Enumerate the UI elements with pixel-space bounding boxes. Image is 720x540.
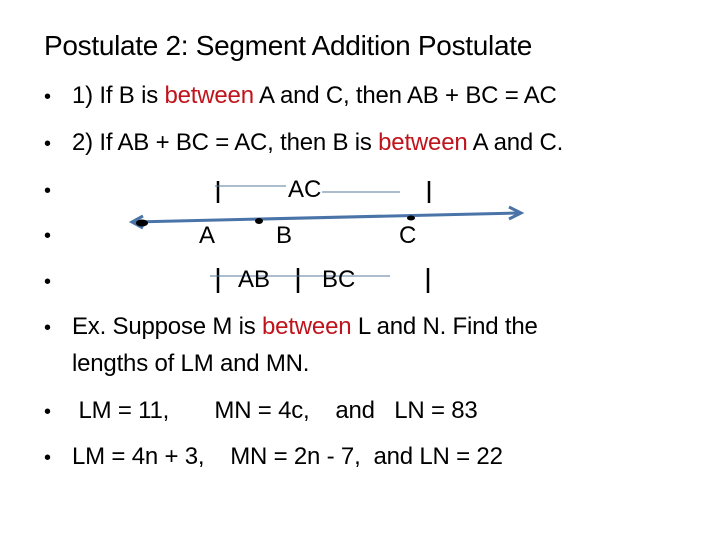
highlight-between: between xyxy=(262,313,352,340)
slide-title: Postulate 2: Segment Addition Postulate xyxy=(44,30,532,61)
bullet-icon xyxy=(44,86,58,109)
example-statement: Ex. Suppose M is between L and N. Find t… xyxy=(72,313,538,341)
bullet-icon xyxy=(44,133,58,156)
bullet-icon xyxy=(44,447,58,470)
label-point-a: A xyxy=(199,222,216,249)
postulate-statement-1: 1) If B is between A and C, then AB + BC… xyxy=(72,82,557,110)
bullet-icon xyxy=(44,401,58,424)
text-run: A and C, then AB + BC = AC xyxy=(253,82,557,109)
text-run: 2) If AB + BC = AC, then B is xyxy=(72,129,379,156)
bullet-icon xyxy=(44,271,58,294)
text-run: 1) If B is xyxy=(72,82,165,109)
text-run: Ex. Suppose M is xyxy=(72,313,263,340)
label-bc: BC xyxy=(322,266,356,293)
highlight-between: between xyxy=(378,129,468,156)
point-a xyxy=(136,219,148,227)
label-point-b: B xyxy=(276,222,293,249)
text-run: A and C. xyxy=(467,129,564,156)
bullet-icon xyxy=(44,317,58,340)
label-ab: AB xyxy=(238,266,271,293)
example-statement-continuation: lengths of LM and MN. xyxy=(72,350,310,377)
label-point-c: C xyxy=(399,222,417,249)
point-b xyxy=(255,218,263,224)
text-run: L and N. Find the xyxy=(351,313,538,340)
label-ac: AC xyxy=(288,176,322,203)
highlight-between: between xyxy=(164,82,255,109)
point-c xyxy=(407,215,415,221)
arrow-left-icon xyxy=(128,214,144,230)
bullet-icon xyxy=(44,225,58,248)
problem-2: LM = 4n + 3, MN = 2n - 7, and LN = 22 xyxy=(72,443,503,470)
problem-1: LM = 11, MN = 4c, and LN = 83 xyxy=(72,397,478,424)
postulate-statement-2: 2) If AB + BC = AC, then B is between A … xyxy=(72,129,563,157)
arrow-right-icon xyxy=(508,205,525,221)
bullet-icon xyxy=(44,180,58,203)
line-ac xyxy=(133,211,519,224)
